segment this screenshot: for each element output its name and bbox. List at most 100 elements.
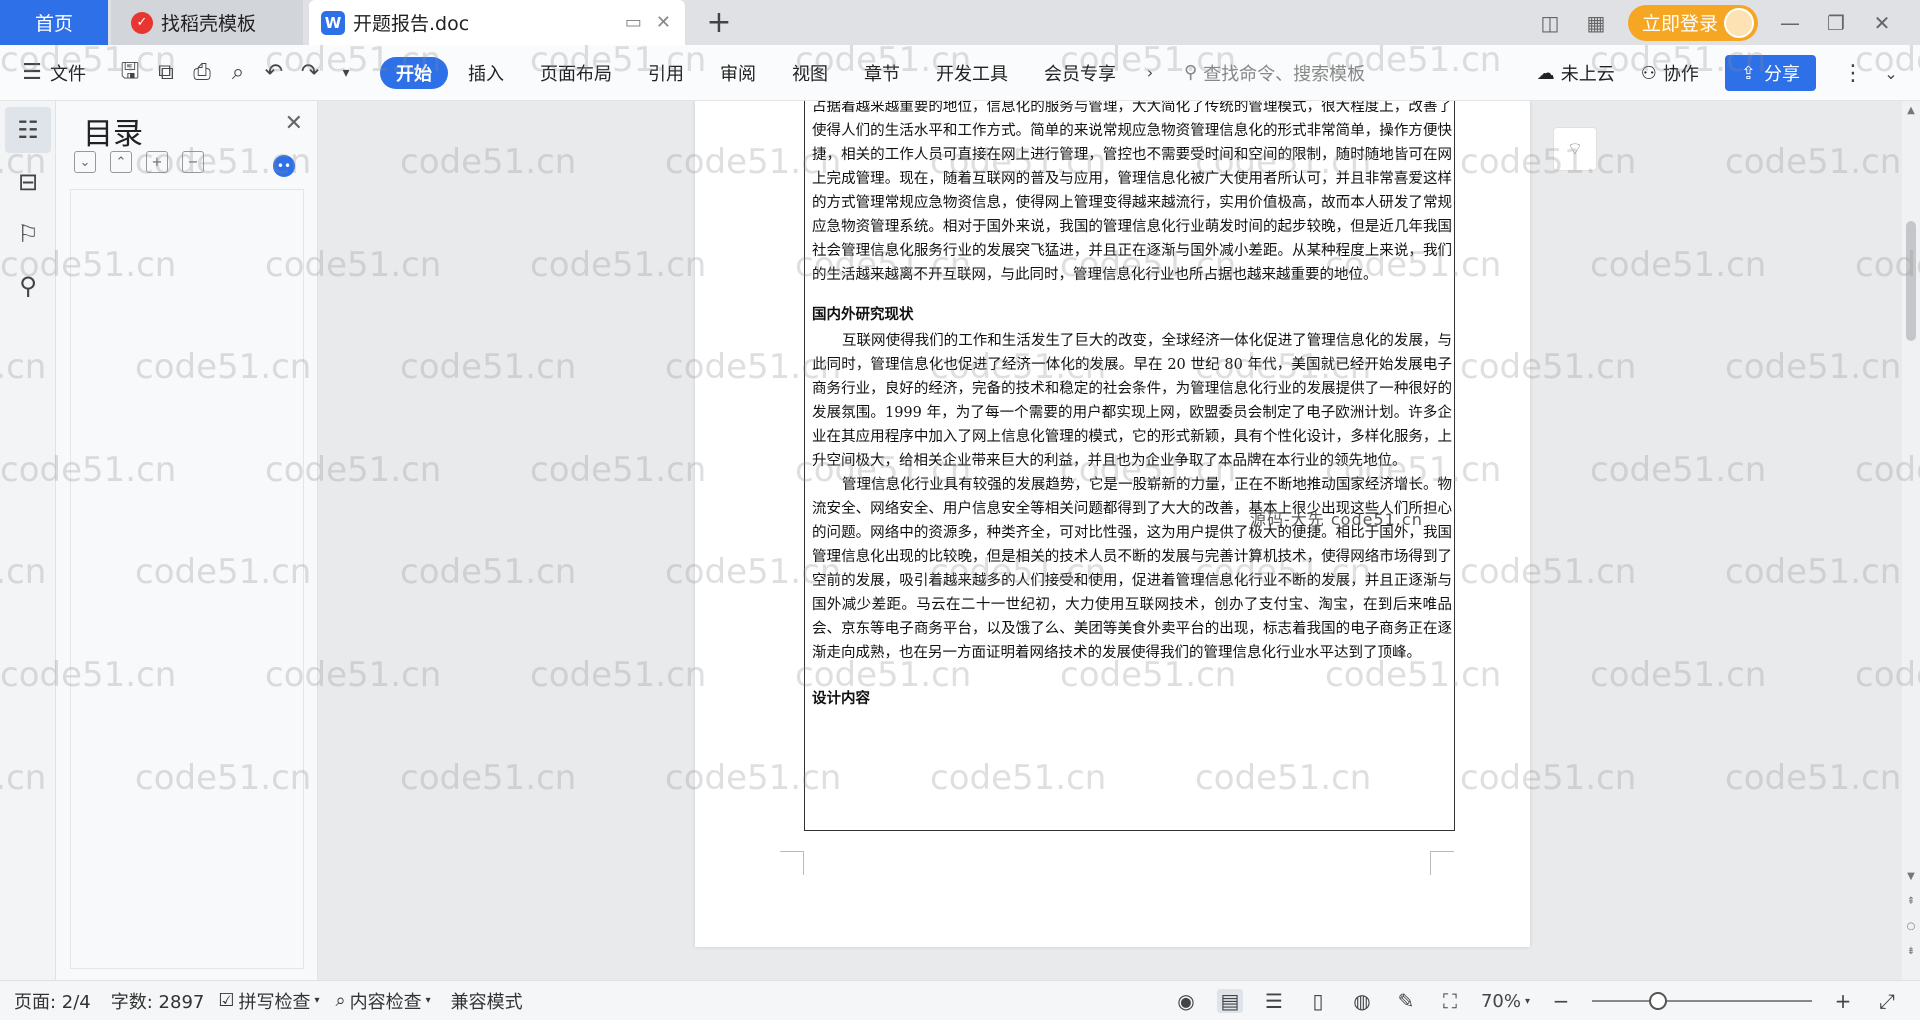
dropdown-icon: ▾: [314, 995, 320, 1006]
share-icon: ⇪: [1740, 62, 1756, 84]
print-icon[interactable]: ⎙: [184, 60, 220, 85]
hamburger-icon: ☰: [22, 60, 42, 85]
bookmark-icon[interactable]: ⚐: [5, 211, 51, 257]
document-page[interactable]: 占据着越来越重要的地位，信息化的服务与管理，大大简化了传统的管理模式，很大程度上…: [695, 101, 1530, 947]
zoom-slider-handle[interactable]: [1649, 992, 1667, 1010]
command-search[interactable]: ⚲ 查找命令、搜索模板: [1184, 60, 1365, 86]
crop-mark: [1430, 851, 1454, 875]
smart-toc-icon[interactable]: ••: [273, 155, 295, 177]
tab-sections[interactable]: 章节: [848, 57, 916, 89]
status-bar: 页面: 2/4 字数: 2897 ☑ 拼写检查 ▾ ⌕ 内容检查 ▾ 兼容模式 …: [0, 980, 1920, 1020]
tab-page-layout[interactable]: 页面布局: [524, 57, 628, 89]
command-search-placeholder: 查找命令、搜索模板: [1203, 63, 1366, 85]
tab-start[interactable]: 开始: [380, 56, 448, 89]
collapse-ribbon-icon[interactable]: ⌄: [1882, 64, 1900, 83]
new-tab-button[interactable]: +: [699, 0, 739, 45]
toc-list[interactable]: [70, 189, 304, 969]
redo-icon[interactable]: ↷: [292, 60, 328, 85]
outline-view-icon[interactable]: ☰: [1261, 989, 1287, 1013]
tab-document-label: 开题报告.doc: [353, 13, 470, 35]
paragraph: 管理信息化行业具有较强的发展趋势，它是一股崭新的力量，正在不断地推动国家经济增长…: [812, 477, 1452, 661]
left-rail: ☷ ⊟ ⚐ ⚲: [0, 101, 56, 980]
fullscreen-icon[interactable]: ⤢: [1874, 989, 1900, 1013]
content-check-icon: ⌕: [335, 990, 346, 1011]
zoom-level[interactable]: 70% ▾: [1481, 991, 1530, 1012]
page-content[interactable]: 占据着越来越重要的地位，信息化的服务与管理，大大简化了传统的管理模式，很大程度上…: [812, 101, 1452, 713]
print-preview-icon[interactable]: ⌕: [220, 60, 256, 85]
close-icon[interactable]: ✕: [285, 111, 303, 136]
zoom-in-icon[interactable]: +: [1830, 989, 1856, 1013]
more-tabs-icon[interactable]: ›: [1132, 63, 1168, 82]
spell-check-button[interactable]: ☑ 拼写检查 ▾: [218, 988, 319, 1014]
cloud-icon: ☁: [1536, 62, 1555, 84]
spell-check-label: 拼写检查: [238, 991, 311, 1013]
tab-template[interactable]: ✓ 找稻壳模板: [111, 0, 303, 45]
close-tab-icon[interactable]: ✕: [656, 12, 671, 33]
window-close-icon[interactable]: ✕: [1868, 11, 1896, 35]
tab-template-label: 找稻壳模板: [161, 13, 257, 35]
undo-icon[interactable]: ↶: [256, 60, 292, 85]
compat-mode: 兼容模式: [450, 991, 523, 1013]
scroll-down-icon[interactable]: ▼: [1902, 871, 1920, 882]
remove-level-icon[interactable]: −: [182, 151, 204, 173]
apps-grid-icon[interactable]: ▦: [1582, 11, 1610, 35]
web-view-icon[interactable]: ◍: [1349, 989, 1375, 1013]
eye-protection-icon[interactable]: ◉: [1173, 989, 1199, 1013]
restore-icon[interactable]: ❐: [1822, 11, 1850, 35]
export-icon[interactable]: ⧉: [148, 60, 184, 85]
tab-bar: 首页 ✓ 找稻壳模板 W 开题报告.doc ▭ ✕ + ◫ ▦ 立即登录 — ❐…: [0, 0, 1920, 45]
word-count[interactable]: 字数: 2897: [111, 988, 205, 1014]
content-check-button[interactable]: ⌕ 内容检查 ▾: [336, 988, 431, 1014]
tab-view[interactable]: 视图: [776, 57, 844, 89]
zoom-slider[interactable]: [1592, 992, 1812, 1010]
avatar: [1724, 7, 1754, 38]
next-page-icon[interactable]: ⇟: [1902, 946, 1920, 957]
minimize-icon[interactable]: —: [1776, 11, 1804, 35]
quick-access-dropdown-icon[interactable]: ▾: [328, 65, 364, 81]
file-menu-button[interactable]: ☰ 文件: [20, 60, 86, 86]
monitor-icon[interactable]: ▭: [625, 12, 642, 33]
tab-insert[interactable]: 插入: [452, 57, 520, 89]
more-options-icon[interactable]: ⋮: [1842, 61, 1864, 86]
page-view-icon[interactable]: ▤: [1216, 989, 1243, 1013]
collaborate-label: 协作: [1662, 64, 1699, 85]
vertical-scrollbar[interactable]: ▲ ▼ ⇞ ○ ⇟: [1902, 101, 1920, 980]
collaborate-button[interactable]: ⚇ 协作: [1641, 60, 1699, 86]
wps-doc-icon: W: [321, 10, 345, 35]
overlay-text: 源码-大先 code51.cn: [1250, 510, 1423, 529]
share-button[interactable]: ⇪ 分享: [1724, 55, 1816, 91]
menu-tabs: 开始 插入 页面布局 引用 审阅 视图 章节 开发工具 会员专享: [380, 56, 1132, 89]
expand-icon[interactable]: ⌄: [74, 151, 96, 173]
crop-mark: [780, 851, 804, 875]
page-indicator[interactable]: 页面: 2/4: [14, 988, 91, 1014]
cloud-status-button[interactable]: ☁ 未上云: [1537, 60, 1615, 86]
login-button[interactable]: 立即登录: [1627, 4, 1758, 41]
paragraph: 互联网使得我们的工作和生活发生了巨大的改变，全球经济一体化促进了管理信息化的发展…: [812, 333, 1452, 469]
select-browse-icon[interactable]: ○: [1902, 921, 1920, 932]
tab-member[interactable]: 会员专享: [1028, 57, 1132, 89]
dropdown-icon: ▾: [425, 995, 431, 1006]
tab-review[interactable]: 审阅: [704, 57, 772, 89]
comment-panel-icon[interactable]: ⌔: [1553, 127, 1597, 171]
zoom-out-icon[interactable]: −: [1548, 989, 1574, 1013]
layout-switch-icon[interactable]: ◫: [1536, 11, 1564, 35]
scrollbar-thumb[interactable]: [1906, 221, 1916, 341]
section-heading: 国内外研究现状: [812, 306, 914, 323]
collapse-icon[interactable]: ⌃: [110, 151, 132, 173]
toc-panel-icon[interactable]: ☷: [5, 107, 51, 153]
tab-document[interactable]: W 开题报告.doc ▭ ✕: [309, 0, 685, 45]
tab-home[interactable]: 首页: [0, 0, 108, 45]
add-level-icon[interactable]: +: [146, 151, 168, 173]
reading-view-icon[interactable]: ▯: [1305, 989, 1331, 1013]
outline-icon[interactable]: ⊟: [5, 159, 51, 205]
find-icon[interactable]: ⚲: [5, 263, 51, 309]
save-icon[interactable]: 🖫: [112, 54, 148, 92]
tab-developer[interactable]: 开发工具: [920, 57, 1024, 89]
write-mode-icon[interactable]: ✎: [1393, 989, 1419, 1013]
document-area[interactable]: 占据着越来越重要的地位，信息化的服务与管理，大大简化了传统的管理模式，很大程度上…: [318, 101, 1902, 980]
fit-page-icon[interactable]: ⛶: [1437, 989, 1463, 1013]
ribbon-toolbar: ☰ 文件 🖫 ⧉ ⎙ ⌕ ↶ ↷ ▾ 开始 插入 页面布局 引用 审阅 视图 章…: [0, 45, 1920, 101]
prev-page-icon[interactable]: ⇞: [1902, 896, 1920, 907]
scroll-up-icon[interactable]: ▲: [1902, 105, 1920, 116]
tab-references[interactable]: 引用: [632, 57, 700, 89]
